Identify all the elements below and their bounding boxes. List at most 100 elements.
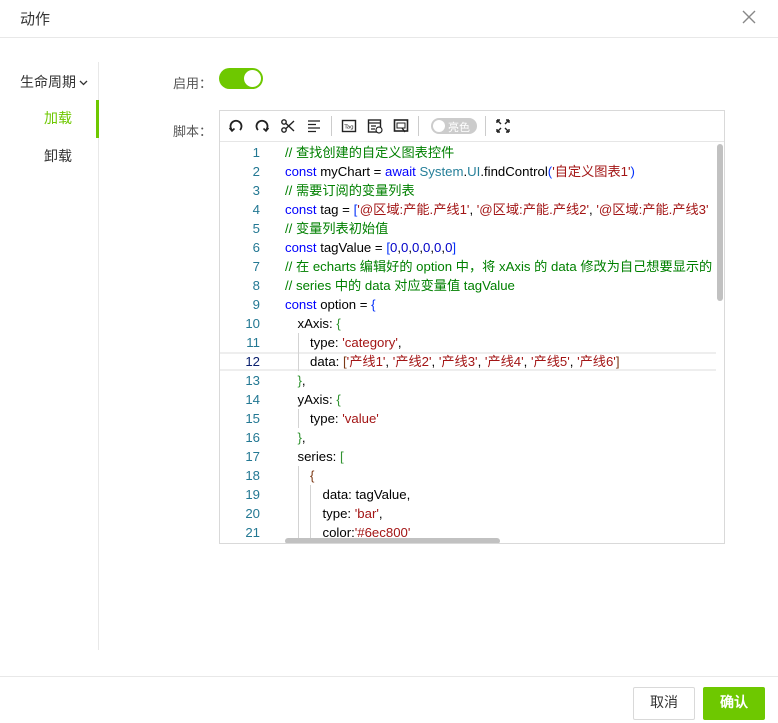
code-line: 17 series: [ <box>220 447 716 466</box>
code-text: const myChart = await System.UI.findCont… <box>285 162 635 181</box>
code-token: '产线6' <box>577 354 616 369</box>
cut-icon[interactable] <box>277 115 299 137</box>
enable-toggle[interactable] <box>219 68 263 89</box>
line-number: 10 <box>245 316 260 331</box>
sidebar-group-lifecycle[interactable]: 生命周期 <box>20 72 88 92</box>
theme-toggle[interactable]: 亮色 <box>431 118 477 134</box>
line-number: 19 <box>245 487 260 502</box>
line-number: 16 <box>245 430 260 445</box>
code-token: , <box>301 430 306 445</box>
code-line: 1 // 查找创建的自定义图表控件 <box>220 143 716 162</box>
code-area[interactable]: 1 // 查找创建的自定义图表控件 2 const myChart = await S… <box>220 143 716 543</box>
line-number: 17 <box>245 449 260 464</box>
code-text: // 查找创建的自定义图表控件 <box>285 143 454 162</box>
close-icon[interactable] <box>740 8 758 26</box>
sidebar-item-load[interactable]: 加载 <box>0 100 99 138</box>
sidebar-item-unload[interactable]: 卸载 <box>0 138 99 176</box>
line-number: 8 <box>252 278 260 293</box>
code-token: 'category' <box>342 335 398 350</box>
format-icon[interactable] <box>303 115 325 137</box>
code-text: type: 'bar', <box>323 504 383 523</box>
code-token: // 需要订阅的变量列表 <box>285 183 415 198</box>
code-line: 8 // series 中的 data 对应变量值 tagValue <box>220 276 716 295</box>
code-token: type: <box>322 506 355 521</box>
code-token: const <box>285 297 321 312</box>
code-token: '@区域:产能.产线3' <box>596 202 709 217</box>
tag-icon[interactable]: Tag <box>338 115 360 137</box>
code-text: // 在 echarts 编辑好的 option 中，将 xAxis 的 dat… <box>285 257 712 276</box>
redo-icon[interactable] <box>251 115 273 137</box>
code-token: '自定义图表1' <box>552 164 631 179</box>
code-line: 4 const tag = ['@区域:产能.产线1', '@区域:产能.产线2'… <box>220 200 716 219</box>
line-number: 5 <box>252 221 260 236</box>
code-token: 'bar' <box>354 506 379 521</box>
script-editor[interactable]: Tag 亮色 1 // 查找创建的自定义图表控件 2 const myChart = … <box>219 110 725 544</box>
horizontal-scrollbar[interactable] <box>285 538 500 543</box>
code-token: // 查找创建的自定义图表控件 <box>285 145 455 160</box>
dialog-header: 动作 <box>0 0 778 38</box>
info-doc-icon[interactable] <box>364 115 386 137</box>
editor-toolbar: Tag 亮色 <box>220 111 724 142</box>
code-token: ] <box>452 240 457 255</box>
code-line: 5 // 变量列表初始值 <box>220 219 716 238</box>
code-text: const tag = ['@区域:产能.产线1', '@区域:产能.产线2',… <box>285 200 709 219</box>
code-line: 19 data: tagValue, <box>220 485 716 504</box>
code-text: // 变量列表初始值 <box>285 219 388 238</box>
code-line: 11 type: 'category', <box>220 333 716 352</box>
fullscreen-icon[interactable] <box>492 115 514 137</box>
code-token: { <box>310 468 315 483</box>
code-text: type: 'value' <box>310 409 379 428</box>
code-line: 15 type: 'value' <box>220 409 716 428</box>
toolbar-divider <box>418 116 419 136</box>
line-number: 4 <box>252 202 260 217</box>
code-token: ] <box>615 354 620 369</box>
code-token: , <box>397 335 402 350</box>
line-number: 18 <box>245 468 260 483</box>
code-text: }, <box>298 428 306 447</box>
code-token: type: <box>310 335 343 350</box>
code-token: { <box>336 316 341 331</box>
code-line: 9 const option = { <box>220 295 716 314</box>
code-token: // 变量列表初始值 <box>285 221 389 236</box>
code-token: 'value' <box>342 411 379 426</box>
code-line: 12 data: ['产线1', '产线2', '产线3', '产线4', '产线… <box>220 352 716 371</box>
code-token: , <box>378 506 383 521</box>
theme-label: 亮色 <box>448 121 470 134</box>
script-label: 脚本： <box>172 125 212 140</box>
code-line: 2 const myChart = await System.UI.findCon… <box>220 162 716 181</box>
toolbar-divider <box>485 116 486 136</box>
code-text: xAxis: { <box>298 314 341 333</box>
code-token: yAxis: <box>297 392 337 407</box>
svg-text:Tag: Tag <box>343 125 353 131</box>
code-token: , <box>469 202 477 217</box>
line-number: 9 <box>252 297 260 312</box>
code-line: 7 // 在 echarts 编辑好的 option 中，将 xAxis 的 da… <box>220 257 716 276</box>
code-token: series: <box>297 449 341 464</box>
vertical-scrollbar[interactable] <box>717 144 723 301</box>
indent-guide <box>297 352 299 371</box>
code-token: , <box>477 354 485 369</box>
screen-icon[interactable] <box>390 115 412 137</box>
indent-guide <box>297 466 299 485</box>
confirm-button[interactable]: 确认 <box>703 687 765 720</box>
code-token: const <box>285 240 321 255</box>
code-text: { <box>310 466 314 485</box>
code-text: data: ['产线1', '产线2', '产线3', '产线4', '产线5'… <box>310 352 619 371</box>
code-token: // 在 echarts 编辑好的 option 中，将 xAxis 的 dat… <box>285 259 713 274</box>
line-number: 21 <box>245 525 260 540</box>
cancel-button[interactable]: 取消 <box>633 687 695 720</box>
code-token: '产线3' <box>438 354 478 369</box>
code-line: 14 yAxis: { <box>220 390 716 409</box>
code-token: [ <box>340 449 344 464</box>
code-token: System <box>419 164 464 179</box>
code-text: }, <box>298 371 306 390</box>
code-text: yAxis: { <box>298 390 341 409</box>
chevron-down-icon <box>79 80 88 86</box>
undo-icon[interactable] <box>225 115 247 137</box>
indent-guide <box>310 485 311 504</box>
indent-guide <box>297 485 299 504</box>
sidebar-group-label: 生命周期 <box>20 75 76 91</box>
code-token: , <box>385 354 393 369</box>
code-token: '@区域:产能.产线2' <box>476 202 589 217</box>
code-line: 16}, <box>220 428 716 447</box>
